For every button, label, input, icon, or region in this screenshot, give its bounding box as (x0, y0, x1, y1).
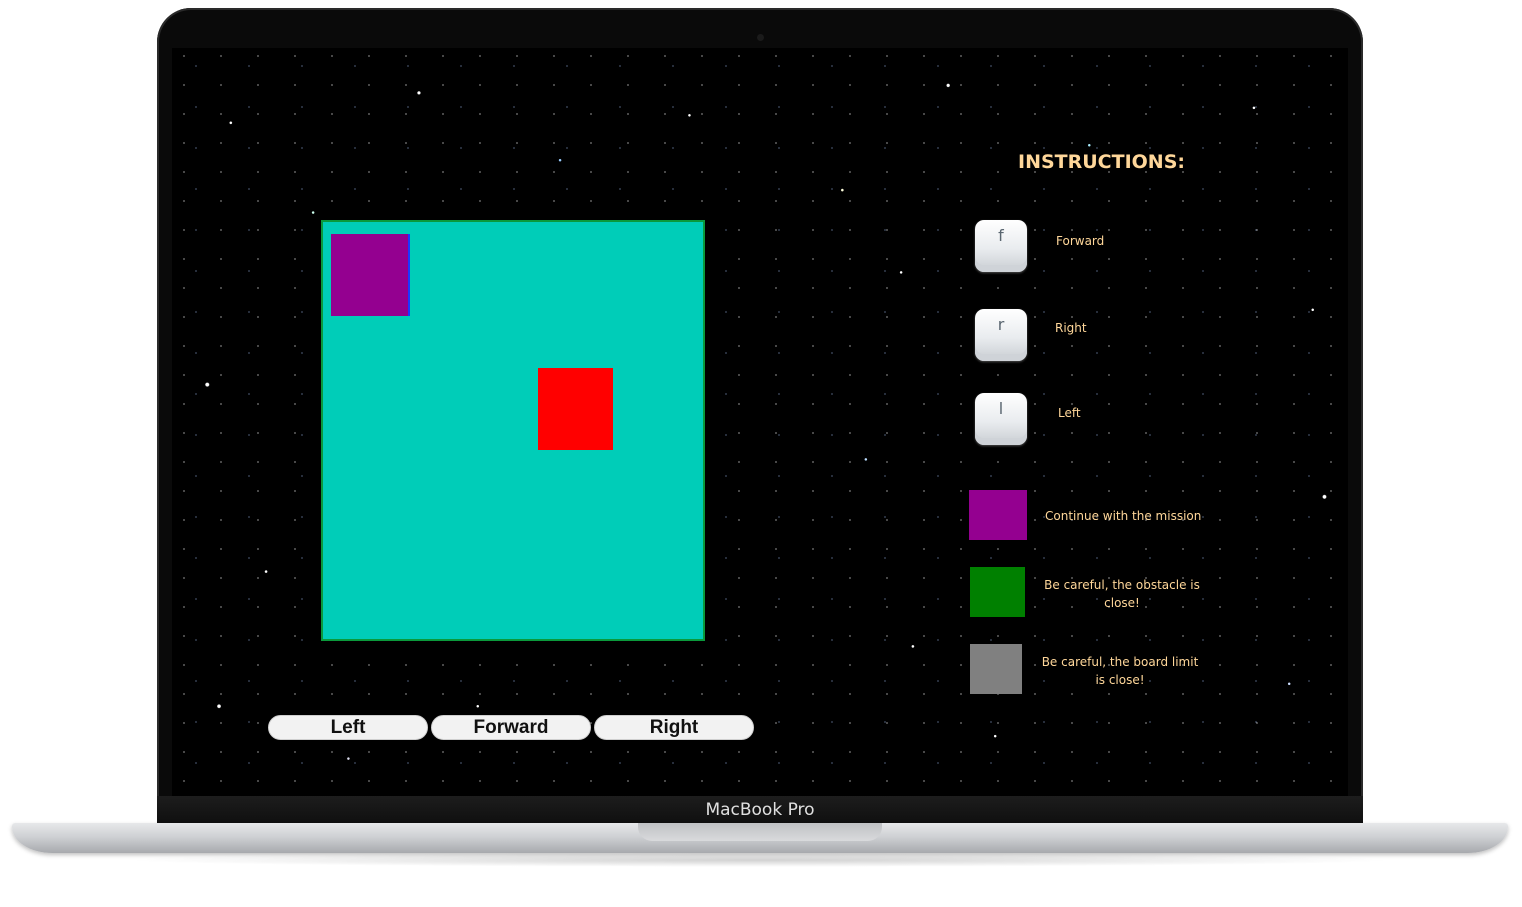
camera-icon (757, 34, 764, 41)
key-l-label: Left (1058, 406, 1081, 420)
game-board (321, 220, 705, 641)
status-label-continue: Continue with the mission (1045, 509, 1202, 523)
instructions-title: INSTRUCTIONS: (1018, 151, 1185, 173)
laptop-notch (638, 823, 882, 841)
laptop-chin: MacBook Pro (157, 796, 1363, 824)
app-screen: Left Forward Right INSTRUCTIONS: f Forwa… (172, 48, 1348, 796)
right-button[interactable]: Right (594, 715, 754, 740)
status-label-obstacle: Be careful, the obstacle is close! (1044, 578, 1200, 610)
status-swatch-continue (969, 490, 1027, 540)
status-label-board-limit: Be careful, the board limit is close! (1041, 655, 1199, 687)
rover (331, 234, 410, 316)
key-r-label: Right (1055, 321, 1087, 335)
status-swatch-board-limit (970, 644, 1022, 694)
status-swatch-obstacle (970, 567, 1025, 617)
obstacle (538, 368, 613, 450)
left-button[interactable]: Left (268, 715, 428, 740)
forward-button[interactable]: Forward (431, 715, 591, 740)
key-f-label: Forward (1056, 234, 1105, 248)
brand-label: MacBook Pro (705, 800, 815, 820)
laptop-shadow (120, 853, 1400, 867)
key-r-icon: r (975, 309, 1027, 361)
key-l-icon: l (975, 393, 1027, 445)
key-f-icon: f (975, 220, 1027, 272)
